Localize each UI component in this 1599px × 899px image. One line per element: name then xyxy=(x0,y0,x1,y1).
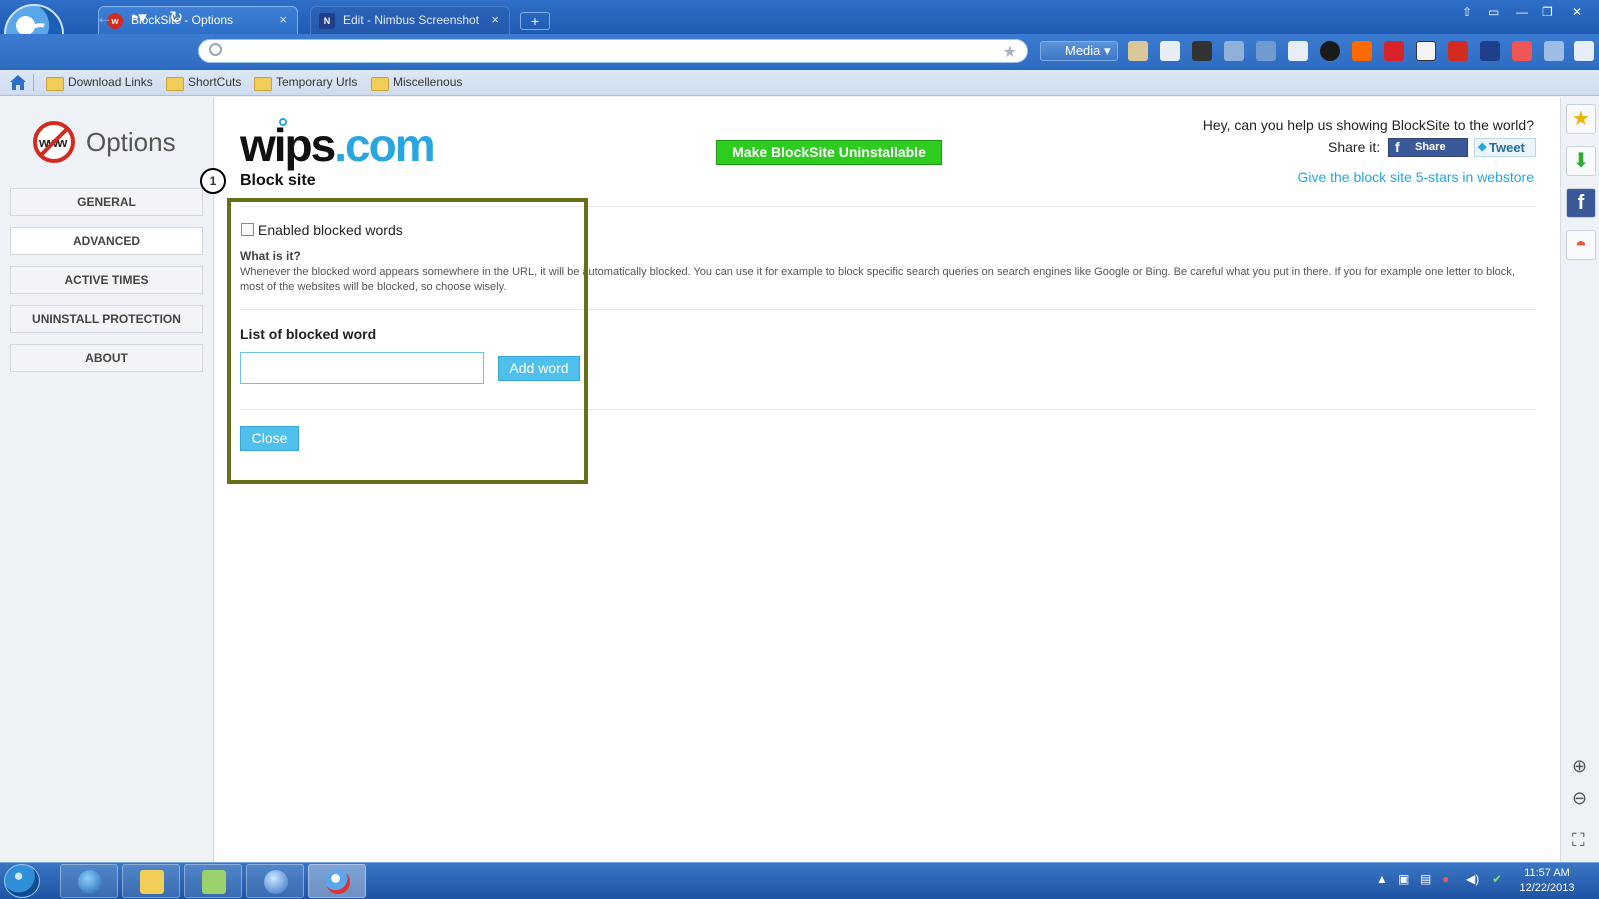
media-label: Media xyxy=(1065,43,1101,58)
blocksite-logo-icon: www xyxy=(33,121,75,163)
facebook-sidebar-icon[interactable]: f xyxy=(1566,188,1596,218)
extension-window-icon[interactable] xyxy=(1160,41,1180,61)
rate-webstore-link[interactable]: Give the block site 5-stars in webstore xyxy=(1297,169,1534,185)
taskbar-notes[interactable] xyxy=(184,864,242,898)
clock-time: 11:57 AM xyxy=(1524,867,1570,879)
sidebar-item-advanced[interactable]: ADVANCED xyxy=(10,227,203,255)
bookmark-shortcuts[interactable]: ShortCuts xyxy=(166,75,241,91)
print-icon[interactable] xyxy=(1288,41,1308,61)
close-window-icon[interactable]: ✕ xyxy=(1572,5,1582,19)
share-label: Share it: xyxy=(1328,139,1381,155)
tray-expand-icon[interactable]: ▲ xyxy=(1376,872,1388,886)
address-bar[interactable]: ★ xyxy=(198,39,1028,63)
extension-opera-icon[interactable] xyxy=(1352,41,1372,61)
download-arrow-icon[interactable]: ⬇ xyxy=(1566,146,1596,176)
wips-logo[interactable]: wips.com xyxy=(240,118,436,172)
options-title: Options xyxy=(86,127,176,157)
bookmark-temporary-urls[interactable]: Temporary Urls xyxy=(254,75,357,91)
volume-icon[interactable] xyxy=(1544,41,1564,61)
tweet-button[interactable]: ◆ Tweet xyxy=(1474,138,1536,157)
extension-map-icon[interactable] xyxy=(1128,41,1148,61)
bookmark-miscellenous[interactable]: Miscellenous xyxy=(371,75,462,91)
tab-nimbus-screenshot[interactable]: N Edit - Nimbus Screenshot × xyxy=(310,6,510,34)
sidebar-item-about[interactable]: ABOUT xyxy=(10,344,203,372)
maxthon-icon xyxy=(326,870,350,894)
zoom-out-icon[interactable]: ⊖ xyxy=(1572,788,1587,809)
step-number-badge: 1 xyxy=(200,168,226,194)
new-tab-button[interactable]: + xyxy=(520,12,550,30)
tab-title: Edit - Nimbus Screenshot xyxy=(343,13,480,27)
tray-antivirus-icon[interactable]: ● xyxy=(1442,872,1449,886)
extension-console-icon[interactable] xyxy=(1192,41,1212,61)
taskbar-explorer[interactable] xyxy=(122,864,180,898)
extension-globe-icon[interactable] xyxy=(1320,41,1340,61)
search-icon xyxy=(209,43,222,56)
tab-close-icon[interactable]: × xyxy=(279,12,287,27)
section-title: Block site xyxy=(240,172,316,189)
gear-icon xyxy=(279,118,287,126)
maximize-icon[interactable]: ❐ xyxy=(1542,5,1553,19)
extension-asterisk-icon[interactable] xyxy=(1384,41,1404,61)
tray-check-icon[interactable]: ✔ xyxy=(1492,872,1502,886)
facebook-share-button[interactable]: f Share xyxy=(1388,138,1468,157)
taskbar-clock[interactable]: 11:57 AM 12/22/2013 xyxy=(1515,866,1579,896)
bookmark-star-icon[interactable]: ★ xyxy=(1003,42,1017,62)
minimize-icon[interactable]: — xyxy=(1516,5,1528,19)
make-uninstallable-button[interactable]: Make BlockSite Uninstallable xyxy=(716,140,942,165)
sidebar-toggle-icon[interactable] xyxy=(1574,41,1594,61)
chrome-apps-icon[interactable]: ◓ xyxy=(1566,230,1596,260)
taskbar-maxthon[interactable] xyxy=(308,864,366,898)
annotation-highlight-box xyxy=(227,198,588,484)
history-icon[interactable]: ◔▾ xyxy=(128,9,147,27)
bookmarks-bar: Download Links ShortCuts Temporary Urls … xyxy=(0,70,1599,96)
reload-icon[interactable]: ↻ xyxy=(169,9,183,27)
extension-pages-icon[interactable] xyxy=(1256,41,1276,61)
fullscreen-icon[interactable]: ⛶ xyxy=(1572,830,1585,851)
taskbar-browser-globe[interactable] xyxy=(60,864,118,898)
taskbar-internet[interactable] xyxy=(246,864,304,898)
logo-text: www xyxy=(39,135,67,150)
zoom-in-icon[interactable]: ⊕ xyxy=(1572,756,1587,777)
tray-app-icon[interactable]: ▣ xyxy=(1398,872,1409,886)
tray-network-icon[interactable]: ▤ xyxy=(1420,872,1431,886)
extension-s-icon[interactable] xyxy=(1416,41,1436,61)
back-icon[interactable]: ← xyxy=(96,9,113,27)
media-menu-button[interactable]: Media ▾ xyxy=(1040,41,1118,61)
pin-icon[interactable]: ⇧ xyxy=(1462,5,1472,19)
chat-icon[interactable]: ▭ xyxy=(1488,5,1499,19)
facebook-share-label: Share xyxy=(1415,141,1446,153)
scissors-icon[interactable] xyxy=(1512,41,1532,61)
bookmarks-divider xyxy=(33,74,34,91)
brand-part1: wips xyxy=(240,119,336,171)
bookmark-download-links[interactable]: Download Links xyxy=(46,75,153,91)
nimbus-extension-icon[interactable] xyxy=(1480,41,1500,61)
tweet-label: Tweet xyxy=(1489,140,1525,155)
internet-globe-icon xyxy=(264,870,288,894)
globe-icon xyxy=(78,870,102,894)
tray-volume-icon[interactable]: ◀) xyxy=(1466,872,1479,886)
favorites-star-icon[interactable]: ★ xyxy=(1566,104,1596,134)
home-icon[interactable] xyxy=(9,74,27,91)
nimbus-favicon-icon: N xyxy=(319,13,335,29)
sidebar-item-general[interactable]: GENERAL xyxy=(10,188,203,216)
tab-close-icon[interactable]: × xyxy=(491,12,499,27)
notepad-icon xyxy=(202,870,226,894)
facebook-icon: f xyxy=(1395,139,1400,155)
clock-date: 12/22/2013 xyxy=(1519,882,1575,894)
brand-part2: .com xyxy=(334,119,435,171)
extension-recycle-icon[interactable] xyxy=(1224,41,1244,61)
start-button-icon[interactable] xyxy=(4,864,40,898)
twitter-bird-icon: ◆ xyxy=(1478,141,1487,153)
sidebar-item-active-times[interactable]: ACTIVE TIMES xyxy=(10,266,203,294)
extension-bookmark-icon[interactable] xyxy=(1448,41,1468,61)
help-text: Hey, can you help us showing BlockSite t… xyxy=(1202,117,1534,133)
sidebar-item-uninstall-protection[interactable]: UNINSTALL PROTECTION xyxy=(10,305,203,333)
folder-icon xyxy=(140,870,164,894)
